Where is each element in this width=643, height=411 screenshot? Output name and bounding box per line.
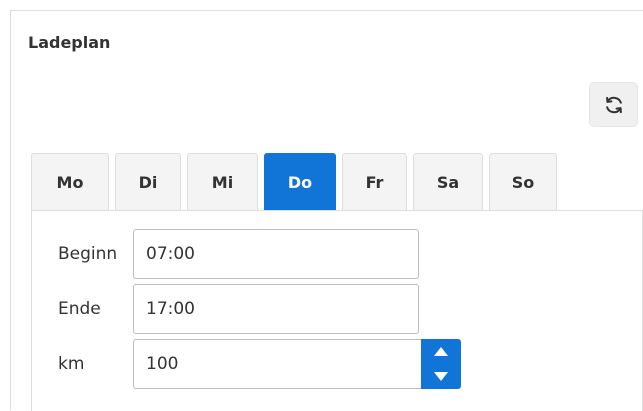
tab-mi[interactable]: Mi — [187, 153, 258, 211]
begin-input[interactable] — [133, 229, 419, 279]
tab-so[interactable]: So — [489, 153, 557, 211]
decrement-button[interactable] — [421, 364, 461, 389]
km-label: km — [58, 354, 85, 374]
caret-up-icon — [434, 347, 448, 356]
charging-schedule-panel: Ladeplan Mo Di Mi Do Fr Sa So Beginn End… — [10, 10, 643, 411]
begin-label: Beginn — [58, 244, 118, 264]
tab-do[interactable]: Do — [264, 153, 336, 211]
caret-down-icon — [434, 372, 448, 381]
end-label: Ende — [58, 299, 101, 319]
tab-fr[interactable]: Fr — [342, 153, 407, 211]
refresh-icon — [605, 96, 622, 113]
tab-mo[interactable]: Mo — [31, 153, 109, 211]
tab-sa[interactable]: Sa — [413, 153, 483, 211]
tab-di[interactable]: Di — [115, 153, 181, 211]
increment-button[interactable] — [421, 339, 461, 364]
tab-content: Beginn Ende km — [31, 210, 643, 411]
km-spinner — [421, 339, 461, 389]
panel-title: Ladeplan — [28, 33, 111, 52]
km-input[interactable] — [133, 339, 422, 389]
km-stepper — [133, 339, 461, 389]
end-input[interactable] — [133, 284, 419, 334]
refresh-button[interactable] — [589, 82, 638, 127]
